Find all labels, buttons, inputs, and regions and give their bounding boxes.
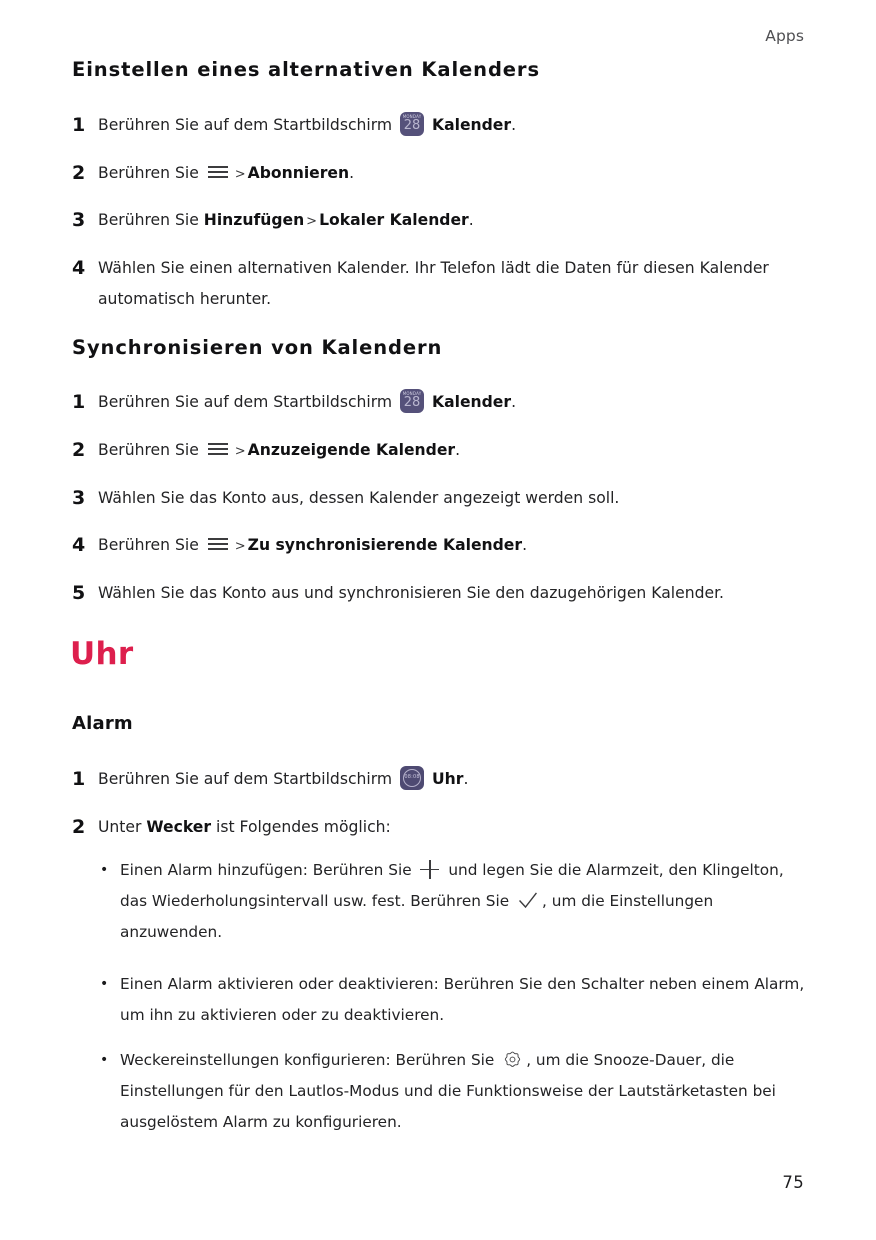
clock-icon-digits: 08:08 bbox=[404, 774, 420, 780]
step-text-pre: Berühren Sie bbox=[98, 164, 204, 182]
step-text-bold-secondary: Lokaler Kalender bbox=[319, 211, 469, 229]
step-item: 1 Berühren Sie auf dem Startbildschirm M… bbox=[72, 387, 812, 418]
step-text-bold: Anzuzeigende Kalender bbox=[247, 441, 456, 459]
step-item: 2 Berühren Sie > Abonnieren. bbox=[72, 158, 812, 190]
step-number: 1 bbox=[72, 114, 86, 136]
step-text: Unter Wecker ist Folgendes möglich: bbox=[98, 812, 812, 843]
step-text-post: . bbox=[511, 393, 517, 411]
step-number: 2 bbox=[72, 162, 86, 184]
calendar-icon-day: 28 bbox=[403, 118, 421, 133]
step-number: 5 bbox=[72, 582, 86, 604]
calendar-app-icon[interactable]: MONDAY 28 bbox=[400, 112, 425, 136]
chapter-title-uhr: Uhr bbox=[70, 636, 134, 672]
step-text-post: . bbox=[522, 536, 528, 554]
step-text-bold: Zu synchronisierende Kalender bbox=[247, 536, 523, 554]
bullet-text: Einen Alarm hinzufügen: Berühren Sie und… bbox=[120, 855, 810, 948]
step-text-pre: Berühren Sie bbox=[98, 211, 204, 229]
bullet-glyph: • bbox=[100, 1052, 109, 1068]
step-text: Berühren Sie auf dem Startbildschirm 08:… bbox=[98, 764, 812, 795]
step-text-post: . bbox=[455, 441, 461, 459]
step-number: 4 bbox=[72, 257, 86, 279]
step-text-pre: Berühren Sie auf dem Startbildschirm bbox=[98, 116, 398, 134]
calendar-icon-day: 28 bbox=[403, 395, 421, 410]
step-text-post: . bbox=[463, 770, 469, 788]
check-icon[interactable] bbox=[518, 890, 538, 909]
clock-app-icon[interactable]: 08:08 bbox=[400, 766, 425, 790]
step-text: Berühren Sie Hinzufügen > Lokaler Kalender… bbox=[98, 205, 812, 237]
step-text-post: ist Folgendes möglich: bbox=[211, 818, 391, 836]
step-text-bold: Hinzufügen bbox=[203, 211, 305, 229]
bullet-text-part1: Einen Alarm hinzufügen: Berühren Sie bbox=[120, 861, 417, 879]
step-number: 1 bbox=[72, 391, 86, 413]
step-text-pre: Unter bbox=[98, 818, 147, 836]
step-item: 1 Berühren Sie auf dem Startbildschirm M… bbox=[72, 110, 812, 141]
list-item: • Einen Alarm aktivieren oder deaktivier… bbox=[100, 969, 810, 1031]
breadcrumb-separator: > bbox=[306, 214, 318, 229]
step-text: Berühren Sie > Anzuzeigende Kalender. bbox=[98, 435, 812, 467]
step-text-bold: Kalender bbox=[432, 393, 512, 411]
step-item: 4 Berühren Sie > Zu synchronisierende Kal… bbox=[72, 530, 812, 562]
step-text-pre: Berühren Sie bbox=[98, 441, 204, 459]
step-text: Wählen Sie das Konto aus, dessen Kalende… bbox=[98, 489, 620, 507]
step-number: 3 bbox=[72, 209, 86, 231]
step-text: Berühren Sie > Zu synchronisierende Kalen… bbox=[98, 530, 812, 562]
step-text-bold: Wecker bbox=[146, 818, 212, 836]
step-text-post: . bbox=[468, 211, 474, 229]
step-item: 5 Wählen Sie das Konto aus und synchroni… bbox=[72, 578, 812, 609]
step-number: 3 bbox=[72, 487, 86, 509]
step-text-post: . bbox=[511, 116, 517, 134]
document-page: Apps Einstellen eines alternativen Kalen… bbox=[0, 0, 876, 1240]
step-text-bold: Kalender bbox=[432, 116, 512, 134]
hamburger-menu-icon[interactable] bbox=[207, 536, 228, 552]
step-text-pre: Berühren Sie bbox=[98, 536, 204, 554]
step-text-bold: Abonnieren bbox=[247, 164, 350, 182]
gear-icon[interactable] bbox=[503, 1049, 522, 1068]
section-heading-alternative-calendar: Einstellen eines alternativen Kalenders bbox=[72, 58, 540, 81]
step-item: 4 Wählen Sie einen alternativen Kalender… bbox=[72, 253, 812, 315]
step-number: 4 bbox=[72, 534, 86, 556]
breadcrumb-separator: > bbox=[234, 167, 246, 182]
plus-icon[interactable] bbox=[420, 860, 440, 879]
step-text-bold: Uhr bbox=[432, 770, 464, 788]
step-item: 1 Berühren Sie auf dem Startbildschirm 0… bbox=[72, 764, 812, 795]
step-number: 2 bbox=[72, 816, 86, 838]
list-item: • Weckereinstellungen konfigurieren: Ber… bbox=[100, 1045, 810, 1138]
step-text-pre: Berühren Sie auf dem Startbildschirm bbox=[98, 393, 398, 411]
step-item: 3 Wählen Sie das Konto aus, dessen Kalen… bbox=[72, 483, 812, 514]
subheading-alarm: Alarm bbox=[72, 713, 133, 734]
step-text: Wählen Sie einen alternativen Kalender. … bbox=[98, 259, 769, 308]
step-text: Berühren Sie auf dem Startbildschirm MON… bbox=[98, 110, 812, 141]
page-number: 75 bbox=[782, 1173, 804, 1192]
step-item: 2 Unter Wecker ist Folgendes möglich: bbox=[72, 812, 812, 843]
running-head: Apps bbox=[765, 27, 804, 45]
step-text-pre: Berühren Sie auf dem Startbildschirm bbox=[98, 770, 398, 788]
calendar-app-icon[interactable]: MONDAY 28 bbox=[400, 389, 425, 413]
step-text: Wählen Sie das Konto aus und synchronisi… bbox=[98, 584, 725, 602]
bullet-glyph: • bbox=[100, 862, 109, 878]
bullet-text: Weckereinstellungen konfigurieren: Berüh… bbox=[120, 1045, 810, 1138]
breadcrumb-separator: > bbox=[234, 444, 246, 459]
step-text-post: . bbox=[349, 164, 355, 182]
step-number: 1 bbox=[72, 768, 86, 790]
hamburger-menu-icon[interactable] bbox=[207, 164, 228, 180]
breadcrumb-separator: > bbox=[234, 539, 246, 554]
step-item: 3 Berühren Sie Hinzufügen > Lokaler Kalend… bbox=[72, 205, 812, 237]
step-number: 2 bbox=[72, 439, 86, 461]
bullet-text-part1: Weckereinstellungen konfigurieren: Berüh… bbox=[120, 1051, 500, 1069]
section-heading-sync-calendars: Synchronisieren von Kalendern bbox=[72, 336, 443, 359]
step-text: Berühren Sie auf dem Startbildschirm MON… bbox=[98, 387, 812, 418]
bullet-glyph: • bbox=[100, 976, 109, 992]
hamburger-menu-icon[interactable] bbox=[207, 441, 228, 457]
step-item: 2 Berühren Sie > Anzuzeigende Kalender. bbox=[72, 435, 812, 467]
step-text: Berühren Sie > Abonnieren. bbox=[98, 158, 812, 190]
list-item: • Einen Alarm hinzufügen: Berühren Sie u… bbox=[100, 855, 810, 948]
bullet-text: Einen Alarm aktivieren oder deaktivieren… bbox=[120, 975, 805, 1024]
